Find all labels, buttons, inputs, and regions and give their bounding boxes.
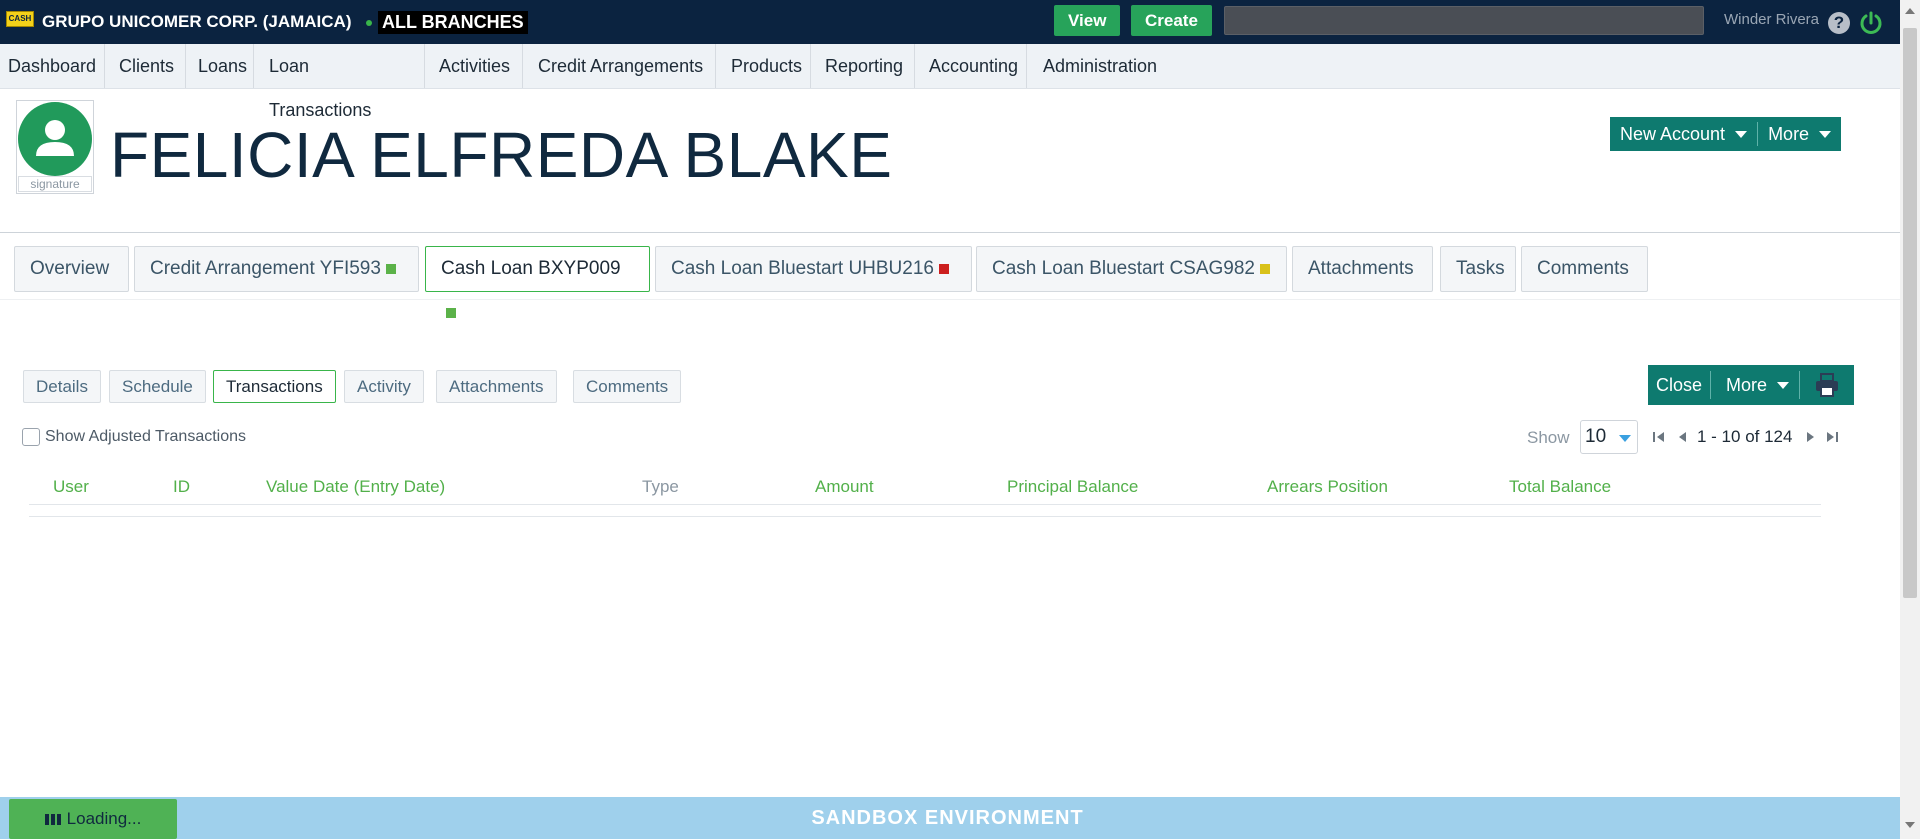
- help-icon[interactable]: ?: [1828, 12, 1850, 34]
- chevron-down-icon: [1777, 381, 1790, 389]
- tab-label: Overview: [30, 258, 110, 279]
- loading-bars-icon: [44, 800, 63, 840]
- tab-comments[interactable]: Comments: [1521, 246, 1648, 292]
- status-indicator: [385, 263, 396, 274]
- first-page-icon[interactable]: [1652, 430, 1666, 444]
- nav-dashboard[interactable]: Dashboard: [0, 44, 105, 88]
- client-actions: New Account More: [1610, 117, 1842, 151]
- power-icon[interactable]: [1858, 10, 1884, 36]
- nav-activities[interactable]: Activities: [425, 44, 523, 88]
- page-size-select[interactable]: 10: [1580, 420, 1638, 454]
- loan-more-label: More: [1726, 375, 1768, 395]
- scroll-down-icon[interactable]: [1905, 822, 1915, 828]
- tab-label: Cash Loan BXYP009: [441, 258, 621, 279]
- status-indicator: [1260, 263, 1270, 274]
- search-input[interactable]: [1224, 6, 1704, 35]
- previous-page-icon[interactable]: [1676, 430, 1690, 444]
- main-navigation: Dashboard Clients Loans Loan Transaction…: [0, 44, 1900, 120]
- nav-reporting[interactable]: Reporting: [811, 44, 915, 88]
- user-name[interactable]: Winder Rivera: [1724, 11, 1819, 28]
- nav-loan-transactions[interactable]: Loan Transactions: [254, 44, 425, 120]
- loan-more-button[interactable]: More: [1711, 365, 1799, 405]
- nav-loans[interactable]: Loans: [186, 44, 254, 88]
- subtab-transactions[interactable]: Transactions: [213, 370, 336, 403]
- environment-footer: SANDBOX ENVIRONMENT Loading...: [0, 797, 1900, 839]
- client-more-button[interactable]: More: [1758, 117, 1841, 151]
- show-adjusted-checkbox[interactable]: [22, 428, 40, 446]
- organization-name[interactable]: GRUPO UNICOMER CORP. (JAMAICA): [42, 12, 351, 32]
- next-page-icon[interactable]: [1803, 430, 1817, 444]
- subtab-comments[interactable]: Comments: [573, 370, 682, 403]
- subtab-schedule[interactable]: Schedule: [109, 370, 206, 403]
- header-divider: [0, 232, 1900, 233]
- new-account-button[interactable]: New Account: [1610, 117, 1757, 151]
- tab-label: Cash Loan Bluestart CSAG982: [992, 258, 1255, 279]
- tab-label: Tasks: [1456, 258, 1505, 279]
- client-name: FELICIA ELFREDA BLAKE: [110, 119, 893, 191]
- branch-selector[interactable]: ALL BRANCHES: [378, 11, 528, 34]
- nav-credit-arrangements[interactable]: Credit Arrangements: [523, 44, 716, 88]
- avatar: [18, 102, 92, 176]
- column-header-amount[interactable]: Amount: [815, 477, 874, 497]
- column-header-type: Type: [642, 477, 679, 496]
- nav-administration[interactable]: Administration: [1027, 44, 1167, 88]
- view-button[interactable]: View: [1054, 5, 1121, 36]
- loading-indicator: Loading...: [9, 799, 177, 839]
- client-more-label: More: [1768, 124, 1810, 144]
- tab-credit-arrangement[interactable]: Credit Arrangement YFI593: [134, 246, 419, 292]
- column-header-value-date[interactable]: Value Date (Entry Date): [266, 477, 445, 497]
- column-header-principal-balance[interactable]: Principal Balance: [1007, 477, 1138, 497]
- environment-label: SANDBOX ENVIRONMENT: [811, 807, 1084, 829]
- tab-cash-loan-bxyp009[interactable]: Cash Loan BXYP009: [425, 246, 650, 318]
- branch-status-dot: [366, 20, 372, 26]
- tab-label: Attachments: [1308, 258, 1414, 279]
- chevron-down-icon: [1819, 130, 1832, 138]
- tab-tasks[interactable]: Tasks: [1440, 246, 1516, 292]
- tab-label: Cash Loan Bluestart UHBU216: [671, 258, 934, 279]
- tabs-divider: [0, 299, 1900, 300]
- tab-cash-loan-csag982[interactable]: Cash Loan Bluestart CSAG982: [976, 246, 1287, 292]
- loan-actions: Close More: [1648, 365, 1855, 405]
- print-button[interactable]: [1800, 365, 1854, 405]
- nav-products[interactable]: Products: [716, 44, 811, 88]
- tab-label: Comments: [1537, 258, 1629, 279]
- scrollbar-thumb[interactable]: [1903, 28, 1917, 598]
- top-bar: CASH GRUPO UNICOMER CORP. (JAMAICA) ALL …: [0, 0, 1920, 44]
- column-header-total-balance[interactable]: Total Balance: [1509, 477, 1611, 497]
- status-indicator: [938, 263, 949, 274]
- user-icon: [36, 120, 74, 156]
- printer-icon: [1816, 373, 1839, 397]
- page-range: 1 - 10 of 124: [1697, 427, 1793, 446]
- column-header-id[interactable]: ID: [173, 477, 190, 497]
- page-size-value: 10: [1585, 426, 1607, 447]
- show-adjusted-label[interactable]: Show Adjusted Transactions: [45, 428, 246, 446]
- scroll-up-icon[interactable]: [1905, 8, 1915, 14]
- subtab-attachments[interactable]: Attachments: [436, 370, 557, 403]
- tab-label: Credit Arrangement YFI593: [150, 258, 381, 279]
- client-avatar-box[interactable]: signature: [16, 100, 94, 194]
- company-logo[interactable]: CASH: [6, 11, 34, 27]
- new-account-label: New Account: [1620, 124, 1726, 144]
- nav-accounting[interactable]: Accounting: [915, 44, 1027, 88]
- table-header-rule: [29, 504, 1821, 505]
- chevron-down-icon: [1735, 130, 1748, 138]
- loading-text: Loading...: [66, 809, 142, 828]
- chevron-down-icon: [1619, 435, 1631, 442]
- close-account-button[interactable]: Close: [1648, 365, 1710, 405]
- last-page-icon[interactable]: [1825, 430, 1839, 444]
- subtab-activity[interactable]: Activity: [344, 370, 424, 403]
- signature-label[interactable]: signature: [18, 176, 92, 192]
- subtab-details[interactable]: Details: [23, 370, 101, 403]
- tab-overview[interactable]: Overview: [14, 246, 129, 292]
- nav-clients[interactable]: Clients: [105, 44, 186, 88]
- table-body-rule: [29, 516, 1821, 517]
- tab-cash-loan-uhbu216[interactable]: Cash Loan Bluestart UHBU216: [655, 246, 972, 292]
- tab-attachments[interactable]: Attachments: [1292, 246, 1433, 292]
- status-indicator: [446, 307, 456, 318]
- column-header-arrears-position[interactable]: Arrears Position: [1267, 477, 1388, 497]
- page-size-label: Show: [1527, 428, 1570, 447]
- create-button[interactable]: Create: [1131, 5, 1212, 36]
- column-header-user[interactable]: User: [53, 477, 89, 497]
